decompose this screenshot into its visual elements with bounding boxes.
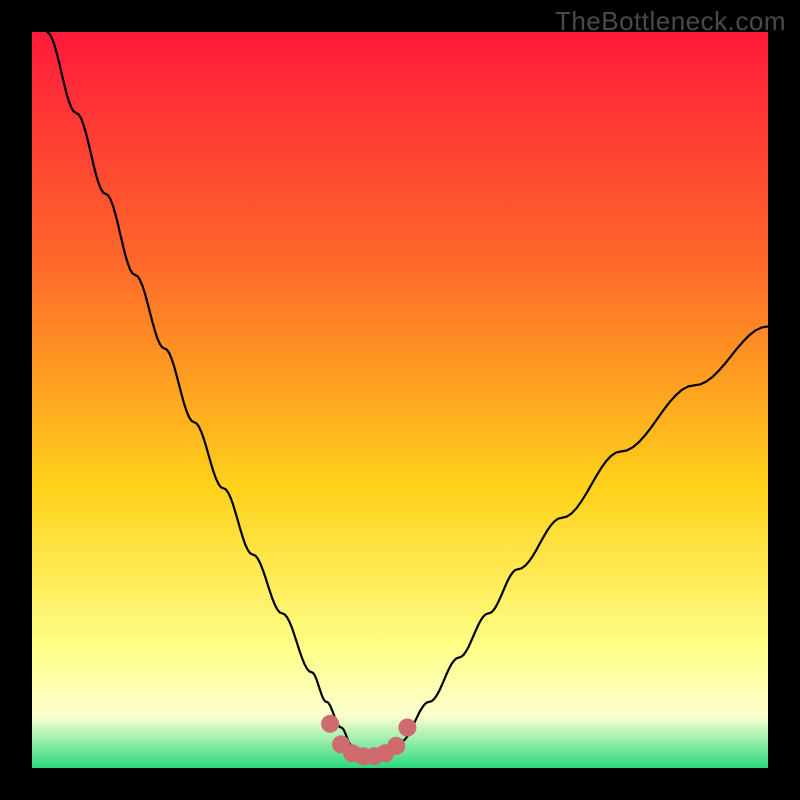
chart-frame: TheBottleneck.com [0,0,800,800]
marker-dot [387,737,405,755]
marker-dot [398,719,416,737]
watermark-text: TheBottleneck.com [555,6,786,37]
plot-background-gradient [32,32,768,768]
bottleneck-chart [0,0,800,800]
marker-dot [321,715,339,733]
